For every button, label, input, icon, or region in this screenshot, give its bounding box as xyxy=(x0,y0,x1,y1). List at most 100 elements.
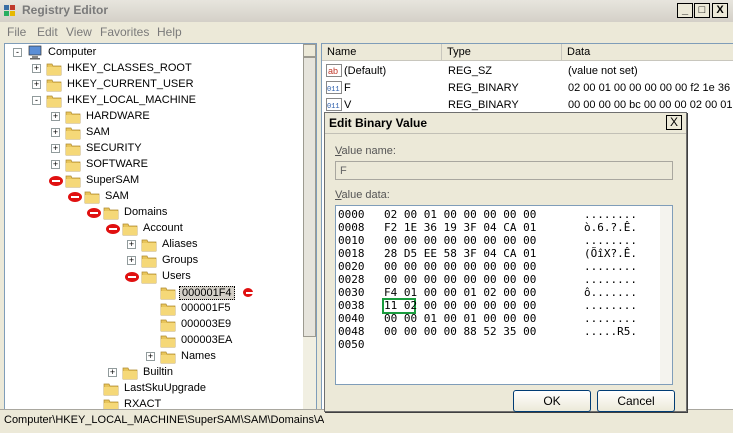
folder-icon xyxy=(160,301,176,316)
collapse-icon[interactable] xyxy=(68,192,82,202)
folder-icon xyxy=(65,157,81,172)
collapse-icon[interactable] xyxy=(87,208,101,218)
tree-item[interactable]: 000003EA xyxy=(5,333,300,349)
tree-item[interactable]: + Names xyxy=(5,349,300,365)
menu-edit[interactable]: Edit xyxy=(37,25,58,39)
hex-ascii: ........ xyxy=(584,260,637,273)
hex-ascii: ........ xyxy=(584,312,637,325)
tree-item-label: Users xyxy=(162,270,191,282)
edit-binary-value-dialog: Edit Binary Value X Value name: F Value … xyxy=(324,112,687,412)
tree-item[interactable]: + Aliases xyxy=(5,237,300,253)
tree-item-label: HKEY_LOCAL_MACHINE xyxy=(67,94,196,106)
expand-icon[interactable]: + xyxy=(127,240,136,249)
column-data[interactable]: Data xyxy=(562,44,733,61)
menu-view[interactable]: View xyxy=(66,25,92,39)
window-title: Registry Editor xyxy=(22,3,109,17)
tree-item[interactable]: + HARDWARE xyxy=(5,109,300,125)
folder-icon xyxy=(65,125,81,140)
hex-off: 0010 xyxy=(338,234,365,247)
tree-item[interactable]: 000003E9 xyxy=(5,317,300,333)
expand-icon[interactable]: + xyxy=(108,368,117,377)
menu-bar: File Edit View Favorites Help xyxy=(0,22,733,42)
tree-scrollbar[interactable] xyxy=(303,44,316,409)
collapse-icon[interactable] xyxy=(49,176,63,186)
hex-bytes: 00 00 01 00 01 00 00 00 xyxy=(384,312,537,325)
status-bar: Computer\HKEY_LOCAL_MACHINE\SuperSAM\SAM… xyxy=(0,409,733,433)
hex-ascii: ........ xyxy=(584,208,637,221)
tree-item[interactable]: SAM xyxy=(5,189,300,205)
value-type: REG_SZ xyxy=(448,65,493,77)
tree-item[interactable]: 000001F4 xyxy=(5,285,300,301)
dialog-close-button[interactable]: X xyxy=(666,115,682,130)
tree-item[interactable]: + HKEY_CURRENT_USER xyxy=(5,77,300,93)
title-bar[interactable]: Registry Editor _ □ X xyxy=(0,0,733,23)
expand-icon[interactable]: + xyxy=(51,128,60,137)
hex-ascii: .....R5. xyxy=(584,325,637,338)
scroll-thumb[interactable] xyxy=(303,57,316,337)
expand-icon[interactable]: + xyxy=(127,256,136,265)
menu-favorites[interactable]: Favorites xyxy=(100,25,149,39)
expand-icon[interactable]: + xyxy=(51,112,60,121)
hex-off: 0030 xyxy=(338,286,365,299)
collapse-icon[interactable]: - xyxy=(13,48,22,57)
tree-item[interactable]: + HKEY_CLASSES_ROOT xyxy=(5,61,300,77)
folder-icon xyxy=(103,205,119,220)
hex-off: 0018 xyxy=(338,247,365,260)
folder-icon xyxy=(160,285,176,300)
collapse-icon[interactable] xyxy=(125,272,139,282)
tree-item-label: Names xyxy=(181,350,216,362)
tree-item[interactable]: 000001F5 xyxy=(5,301,300,317)
binary-value-icon: 011 xyxy=(326,81,342,97)
tree-item[interactable]: + SOFTWARE xyxy=(5,157,300,173)
value-data-hex-editor[interactable]: 0000 02 00 01 00 00 00 00 00........ 0008 F… xyxy=(335,205,673,385)
dialog-title-bar[interactable]: Edit Binary Value X xyxy=(325,113,686,134)
column-type[interactable]: Type xyxy=(442,44,562,61)
folder-icon xyxy=(65,109,81,124)
expand-icon[interactable]: + xyxy=(51,144,60,153)
hex-off: 0050 xyxy=(338,338,365,351)
minimize-button[interactable]: _ xyxy=(677,3,693,18)
hex-bytes: 00 00 00 00 00 00 00 00 xyxy=(384,273,537,286)
tree-item[interactable]: Users xyxy=(5,269,300,285)
tree-item[interactable]: LastSkuUpgrade xyxy=(5,381,300,397)
cancel-button[interactable]: Cancel xyxy=(597,390,675,412)
svg-text:011: 011 xyxy=(327,103,340,111)
tree-item-label: Computer xyxy=(48,46,97,58)
menu-help[interactable]: Help xyxy=(157,25,182,39)
tree-item[interactable]: + Builtin xyxy=(5,365,300,381)
collapse-icon[interactable] xyxy=(106,224,120,234)
tree-item-label: SAM xyxy=(86,126,110,138)
scroll-up-arrow[interactable] xyxy=(303,44,316,57)
hex-ascii: ........ xyxy=(584,273,637,286)
value-name-field[interactable]: F xyxy=(335,161,673,180)
close-button[interactable]: X xyxy=(712,3,728,18)
hex-scrollbar[interactable] xyxy=(660,206,672,384)
expand-icon[interactable]: + xyxy=(32,80,41,89)
expand-icon[interactable]: + xyxy=(146,352,155,361)
expand-icon[interactable]: + xyxy=(32,64,41,73)
expand-icon[interactable]: + xyxy=(51,160,60,169)
maximize-button[interactable]: □ xyxy=(694,3,710,18)
tree-item[interactable]: + SECURITY xyxy=(5,141,300,157)
menu-file[interactable]: File xyxy=(7,25,26,39)
hex-off: 0008 xyxy=(338,221,365,234)
hex-bytes: F4 01 00 00 01 02 00 00 xyxy=(384,286,537,299)
column-name[interactable]: Name xyxy=(322,44,442,61)
tree-item[interactable]: Domains xyxy=(5,205,300,221)
ok-button[interactable]: OK xyxy=(513,390,591,412)
folder-icon xyxy=(65,141,81,156)
folder-icon xyxy=(141,253,157,268)
tree-item[interactable]: + Groups xyxy=(5,253,300,269)
registry-tree[interactable]: - Computer + HKEY_CLASSES_ROOT + HKEY_CURRENT… xyxy=(4,43,317,410)
collapse-icon[interactable]: - xyxy=(32,96,41,105)
folder-icon xyxy=(46,61,62,76)
tree-item[interactable]: Account xyxy=(5,221,300,237)
tree-item-label: HARDWARE xyxy=(86,110,150,122)
folder-icon xyxy=(160,349,176,364)
tree-item[interactable]: - HKEY_LOCAL_MACHINE xyxy=(5,93,300,109)
tree-item-label: SECURITY xyxy=(86,142,142,154)
tree-item-label: Builtin xyxy=(143,366,173,378)
tree-item[interactable]: + SAM xyxy=(5,125,300,141)
tree-item[interactable]: SuperSAM xyxy=(5,173,300,189)
tree-item[interactable]: - Computer xyxy=(5,45,300,61)
